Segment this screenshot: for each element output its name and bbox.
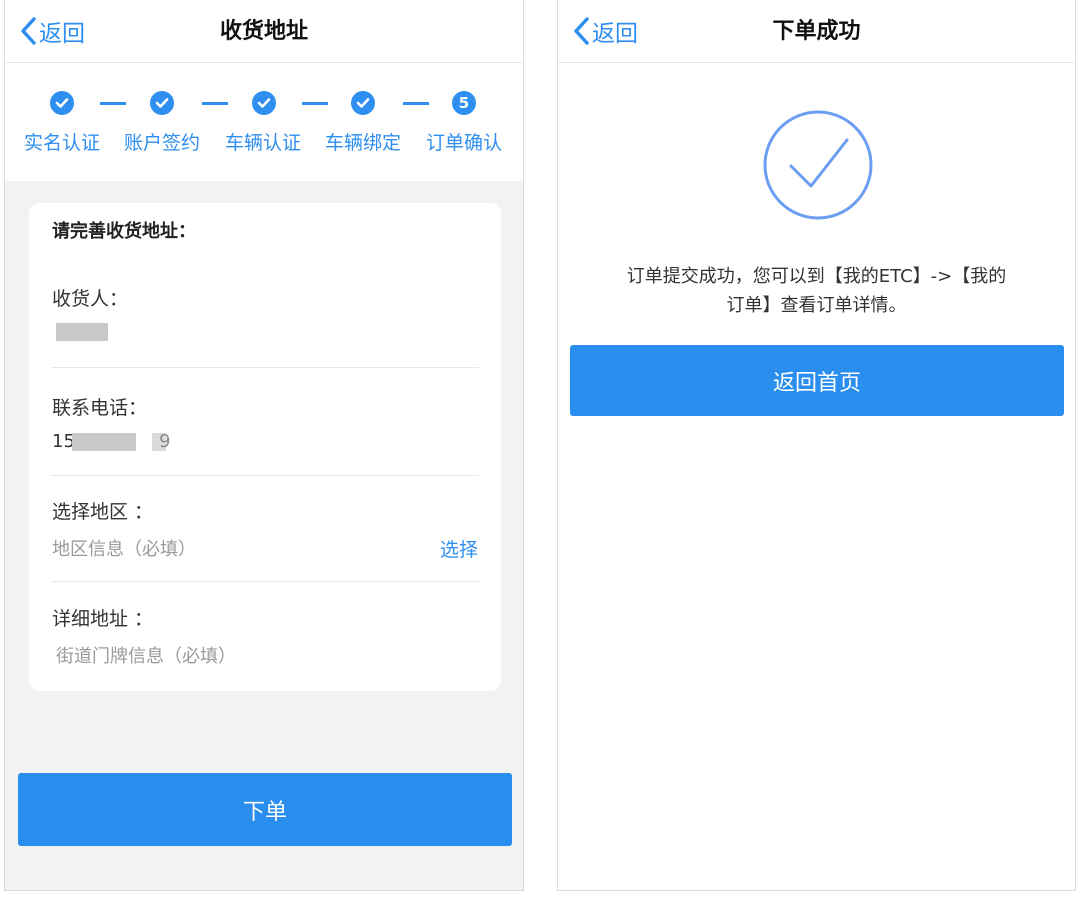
step-4-check-icon [351, 91, 375, 115]
region-label: 选择地区 ： [52, 501, 154, 523]
success-message: 订单提交成功，您可以到【我的ETC】->【我的 订单】查看订单详情。 [598, 262, 1035, 320]
success-message-line: 订单】查看订单详情。 [726, 295, 907, 316]
divider [51, 475, 479, 476]
progress-steps: 5 实名认证 账户签约 车辆认证 车辆绑定 订单确认 [5, 63, 523, 181]
step-connector [202, 102, 228, 105]
step-connector [302, 102, 328, 105]
step-2-check-icon [150, 91, 174, 115]
nav-bar: 返回 收货地址 [5, 0, 523, 63]
order-success-screen: 返回 下单成功 订单提交成功，您可以到【我的ETC】->【我的 订单】查看订单详… [557, 0, 1076, 891]
step-connector [100, 102, 126, 105]
check-circle-icon [763, 110, 873, 220]
phone-redacted [72, 433, 136, 451]
page-title: 收货地址 [219, 19, 308, 44]
address-label: 详细地址 ： [52, 608, 154, 630]
recipient-name-redacted[interactable] [56, 323, 108, 341]
success-message-line: 订单提交成功，您可以到【我的ETC】->【我的 [626, 266, 1007, 287]
place-order-button[interactable]: 下单 [18, 773, 512, 846]
address-input[interactable]: 街道门牌信息（必填） [56, 645, 236, 669]
step-number: 5 [458, 93, 470, 112]
address-form-card: 请完善收货地址： 收货人： 联系电话： 15 9 选择地区 ： 地区信息（必填）… [29, 203, 501, 691]
step-5-number-icon: 5 [452, 91, 476, 115]
nav-bar: 返回 下单成功 [558, 0, 1075, 63]
choose-region-button[interactable]: 选择 [440, 538, 478, 562]
step-label: 车辆绑定 [324, 132, 401, 154]
step-1-check-icon [50, 91, 74, 115]
page-title: 下单成功 [772, 19, 861, 44]
recipient-label: 收货人： [52, 288, 129, 310]
step-label: 车辆认证 [224, 132, 301, 154]
step-label: 实名认证 [23, 132, 100, 154]
divider [51, 367, 479, 368]
phone-label: 联系电话： [52, 397, 148, 419]
step-label: 账户签约 [123, 132, 200, 154]
step-label: 订单确认 [425, 132, 502, 154]
divider [51, 581, 479, 582]
step-3-check-icon [252, 91, 276, 115]
form-title: 请完善收货地址： [52, 221, 196, 242]
back-to-home-button[interactable]: 返回首页 [570, 345, 1064, 416]
phone-suffix: 9 [159, 431, 171, 452]
step-connector [403, 102, 429, 105]
region-input[interactable]: 地区信息（必填） [52, 538, 196, 562]
address-screen: 返回 收货地址 5 实名认证 账户签约 车辆认证 车辆绑定 订单确认 请完善收货… [4, 0, 524, 891]
